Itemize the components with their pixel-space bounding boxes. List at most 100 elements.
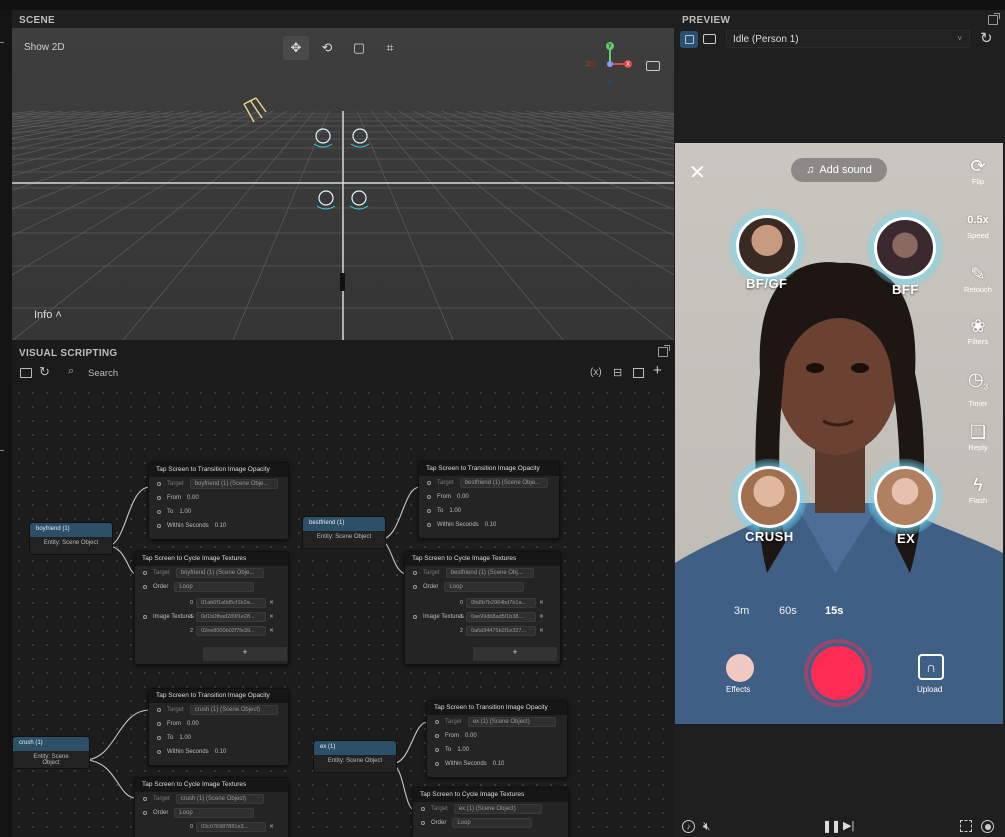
bubble-crush[interactable]: [738, 466, 800, 528]
entity-node-ex[interactable]: ex (1) Entity: Scene Object: [313, 740, 397, 773]
mute-icon[interactable]: 🔇︎: [703, 819, 711, 834]
duration-60s[interactable]: 60s: [779, 605, 797, 617]
to-value[interactable]: 1.00: [179, 509, 191, 515]
opacity-node-boyfriend[interactable]: Tap Screen to Transition Image Opacity T…: [148, 462, 289, 540]
from-value[interactable]: 0.00: [457, 494, 469, 500]
target-field[interactable]: boyfriend (1) (Scene Obje...: [175, 568, 264, 578]
remove-icon[interactable]: ✕: [539, 614, 544, 620]
opacity-node-crush[interactable]: Tap Screen to Transition Image Opacity T…: [148, 688, 289, 766]
cycle-node-ex[interactable]: Tap Screen to Cycle Image Textures Targe…: [412, 787, 569, 837]
person-select[interactable]: Idle (Person 1) ˅: [726, 30, 970, 48]
panel-toggle-icon[interactable]: [20, 368, 32, 378]
cycle-node-bestfriend[interactable]: Tap Screen to Cycle Image Textures Targe…: [404, 551, 561, 665]
texture-slot[interactable]: 0d1b0fbad289f1e28...: [196, 612, 267, 622]
within-value[interactable]: 0.10: [485, 522, 497, 528]
remove-icon[interactable]: ✕: [269, 614, 274, 620]
order-select[interactable]: Loop: [174, 582, 255, 592]
remove-icon[interactable]: ✕: [269, 628, 274, 634]
to-value[interactable]: 1.00: [179, 735, 191, 741]
tiktok-icon[interactable]: ♪: [682, 820, 695, 833]
simulator-toggle[interactable]: [680, 31, 698, 48]
bubble-bf-gf[interactable]: [736, 215, 798, 277]
target-field[interactable]: ex (1) (Scene Object): [453, 804, 542, 814]
duration-3m[interactable]: 3m: [734, 605, 749, 617]
filters-button[interactable]: ❀ Filters: [959, 315, 997, 346]
show-2d-toggle[interactable]: Show 2D: [24, 42, 65, 53]
within-value[interactable]: 0.10: [493, 761, 505, 767]
search-icon[interactable]: ⌕: [68, 365, 74, 378]
pause-icon[interactable]: ❚❚: [822, 819, 841, 833]
remove-icon[interactable]: ✕: [539, 600, 544, 606]
to-value[interactable]: 1.00: [457, 747, 469, 753]
texture-slot[interactable]: 01ab0f1a0d5cf1b2a...: [196, 598, 267, 608]
speed-button[interactable]: 0.5x Speed: [959, 209, 997, 240]
target-field[interactable]: crush (1) (Scene Object): [175, 794, 264, 804]
scale-tool-icon[interactable]: ▢: [346, 36, 372, 60]
to-value[interactable]: 1.00: [449, 508, 461, 514]
retouch-button[interactable]: ✎ Retouch: [959, 263, 997, 294]
upload-icon[interactable]: ∩: [918, 654, 944, 680]
texture-slot[interactable]: 0afa0f4475b2f1e327...: [466, 626, 537, 636]
order-select[interactable]: Loop: [452, 818, 533, 828]
add-texture-button[interactable]: +: [203, 647, 287, 661]
add-node-icon[interactable]: +: [653, 362, 662, 379]
from-value[interactable]: 0.00: [187, 495, 199, 501]
target-field[interactable]: bestfriend (1) (Scene Obje...: [459, 478, 548, 488]
info-toggle[interactable]: Info ˄: [34, 309, 62, 321]
within-value[interactable]: 0.10: [215, 523, 227, 529]
move-tool-icon[interactable]: ✥: [283, 36, 309, 60]
entity-node-boyfriend[interactable]: boyfriend (1) Entity: Scene Object: [29, 522, 113, 555]
flash-button[interactable]: ϟ Flash: [959, 474, 997, 505]
order-select[interactable]: Loop: [444, 582, 525, 592]
effects-icon[interactable]: ☺: [726, 654, 754, 682]
remove-icon[interactable]: ✕: [269, 600, 274, 606]
target-field[interactable]: ex (1) (Scene Object): [467, 717, 556, 727]
target-field[interactable]: boyfriend (1) (Scene Obje...: [189, 479, 278, 489]
remove-icon[interactable]: ✕: [539, 628, 544, 634]
close-icon[interactable]: ✕: [689, 160, 706, 185]
scene-viewport[interactable]: Show 2D ✥ ⟲ ▢ ⌗ Y X Z Info ˄: [12, 28, 674, 340]
camera-icon[interactable]: [703, 34, 716, 44]
layout-icon[interactable]: [633, 368, 644, 378]
texture-slot[interactable]: 0ae99db8ad5f1b38...: [466, 612, 537, 622]
rect-tool-icon[interactable]: ⌗: [377, 36, 403, 60]
entity-node-crush[interactable]: crush (1) Entity: Scene Object: [12, 736, 90, 769]
bubble-ex[interactable]: [874, 466, 936, 528]
crop-icon[interactable]: [960, 820, 972, 832]
rotate-tool-icon[interactable]: ⟲: [314, 36, 340, 60]
target-field[interactable]: bestfriend (1) (Scene Obj...: [445, 568, 534, 578]
variables-button[interactable]: (x): [590, 367, 602, 378]
target-field[interactable]: crush (1) (Scene Object): [189, 705, 278, 715]
graph-canvas[interactable]: boyfriend (1) Entity: Scene Object bestf…: [12, 386, 674, 837]
phone-preview[interactable]: ✕ ♫ Add sound ⟳ Flip 0.5x Speed ✎ Retouch ❀ F…: [675, 143, 1003, 724]
from-value[interactable]: 0.00: [465, 733, 477, 739]
duration-15s[interactable]: 15s: [825, 605, 843, 617]
refresh-icon[interactable]: ↻: [39, 364, 50, 380]
reset-icon[interactable]: ↻: [980, 29, 993, 47]
axis-gizmo-icon[interactable]: Y X Z: [584, 40, 640, 90]
record-button[interactable]: [804, 639, 872, 707]
step-forward-icon[interactable]: ▶|: [843, 819, 854, 832]
flip-button[interactable]: ⟳ Flip: [959, 155, 997, 186]
external-link-icon[interactable]: [658, 345, 670, 357]
within-value[interactable]: 0.10: [215, 749, 227, 755]
texture-slot[interactable]: 02ee8000b02f7fe39...: [196, 626, 267, 636]
cycle-node-boyfriend[interactable]: Tap Screen to Cycle Image Textures Targe…: [134, 551, 289, 665]
opacity-node-bestfriend[interactable]: Tap Screen to Transition Image Opacity T…: [418, 461, 560, 539]
reply-button[interactable]: ❏ Reply: [959, 421, 997, 452]
search-input[interactable]: Search: [88, 368, 118, 379]
texture-slot[interactable]: 03c076987881e3...: [196, 822, 267, 832]
from-value[interactable]: 0.00: [187, 721, 199, 727]
timer-button[interactable]: ◷3 Timer: [959, 368, 997, 408]
hierarchy-icon[interactable]: ⊟: [613, 366, 622, 379]
opacity-node-ex[interactable]: Tap Screen to Transition Image Opacity T…: [426, 700, 568, 778]
camera-icon[interactable]: [646, 61, 660, 71]
cycle-node-crush[interactable]: Tap Screen to Cycle Image Textures Targe…: [134, 777, 289, 837]
entity-node-bestfriend[interactable]: bestfriend (1) Entity: Scene Object: [302, 516, 386, 549]
add-sound-button[interactable]: ♫ Add sound: [791, 158, 887, 182]
bubble-bff[interactable]: [874, 217, 936, 279]
texture-slot[interactable]: 0fa8b7b2984bd7b1a...: [466, 598, 537, 608]
external-link-icon[interactable]: [988, 13, 1000, 25]
order-select[interactable]: Loop: [174, 808, 255, 818]
remove-icon[interactable]: ✕: [269, 824, 274, 830]
